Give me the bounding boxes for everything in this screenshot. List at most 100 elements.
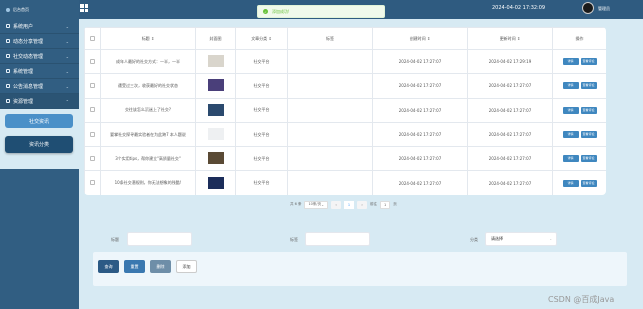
header-updated[interactable]: 更新时间 ⇕ — [467, 27, 553, 50]
cover-image — [207, 79, 224, 92]
header-title[interactable]: 标题 ⇕ — [100, 27, 196, 50]
cell-tags — [287, 97, 373, 123]
menu-item-users[interactable]: 系统用户 ⌄ — [0, 19, 79, 34]
header-tags: 标签 — [287, 27, 373, 50]
view-comments-button[interactable]: 查看评论 — [580, 82, 597, 90]
detail-button[interactable]: 详情 — [562, 179, 579, 187]
view-comments-button[interactable]: 查看评论 — [580, 58, 597, 66]
menu-label: 公告消息管理 — [13, 83, 44, 90]
row-checkbox[interactable] — [90, 82, 95, 88]
pagination-total: 共 6 条 — [290, 202, 302, 206]
reset-button[interactable]: 重置 — [124, 260, 145, 273]
header-cover: 封面图 — [195, 27, 236, 50]
submenu-news-category[interactable]: 资讯分类 — [5, 136, 73, 153]
topbar: ✓ 添加成功! 2024-04-02 17:32:09 管理员 — [79, 0, 643, 19]
menu-item-resources[interactable]: 资源管理 ⌃ — [0, 94, 79, 109]
cell-category: 社交平台 — [235, 146, 288, 172]
row-checkbox[interactable] — [90, 180, 95, 186]
page-size-select[interactable]: 10条/页 ⌄ — [304, 200, 329, 209]
location-icon — [6, 99, 10, 103]
menu-item-dynamic-share[interactable]: 动态分享管理 ⌄ — [0, 34, 79, 49]
pagination: 共 6 条 10条/页 ⌄ ‹ 1 › 前往 1 页 — [290, 200, 397, 209]
cell-tags — [287, 121, 373, 148]
goto-label: 前往 — [370, 202, 378, 206]
table-row: 10条社交潜规则，你无法想象的残酷! 社交平台 2024-04-02 17:27:0… — [84, 170, 606, 195]
success-toast: ✓ 添加成功! — [257, 5, 385, 18]
cover-image — [207, 103, 224, 116]
cell-updated: 2024-04-02 17:29:19 — [467, 48, 553, 75]
title-input[interactable] — [127, 232, 192, 246]
header-created[interactable]: 创建时间 ⇕ — [372, 27, 468, 50]
detail-button[interactable]: 详情 — [562, 106, 579, 114]
detail-button[interactable]: 详情 — [562, 58, 579, 66]
cell-created: 2024-04-02 17:27:07 — [372, 170, 468, 195]
menu-label: 动态分享管理 — [13, 38, 44, 45]
action-bar: 查询 重置 删除 添加 — [93, 252, 627, 286]
chevron-down-icon: ⌄ — [65, 84, 69, 89]
cell-title: 10条社交潜规则，你无法想象的残酷! — [100, 170, 196, 195]
cell-created: 2024-04-02 17:27:07 — [372, 146, 468, 172]
user-icon — [6, 24, 10, 28]
search-button[interactable]: 查询 — [98, 260, 119, 273]
home-icon — [6, 7, 10, 12]
next-page-button[interactable]: › — [357, 200, 368, 209]
tags-input[interactable] — [305, 232, 370, 246]
chevron-down-icon: ⌄ — [65, 69, 69, 74]
sidebar: 后台首页 系统用户 ⌄ 动态分享管理 ⌄ 社交动态管理 ⌄ 系统管理 ⌄ 公告消… — [0, 0, 79, 309]
grid-icon[interactable] — [80, 4, 88, 12]
row-checkbox[interactable] — [90, 107, 95, 113]
toast-message: 添加成功! — [272, 8, 290, 14]
delete-button[interactable]: 删除 — [150, 260, 171, 273]
menu-item-social-dynamic[interactable]: 社交动态管理 ⌄ — [0, 49, 79, 64]
detail-button[interactable]: 详情 — [562, 155, 579, 163]
document-icon — [6, 54, 10, 58]
sidebar-brand[interactable]: 后台首页 — [0, 0, 79, 19]
view-comments-button[interactable]: 查看评论 — [580, 179, 597, 187]
chevron-down-icon: ⌄ — [549, 237, 552, 241]
chevron-down-icon: ⌄ — [65, 39, 69, 44]
brand-label: 后台首页 — [13, 6, 29, 12]
avatar[interactable] — [582, 2, 594, 14]
chevron-down-icon: ⌄ — [65, 24, 69, 29]
goto-input[interactable]: 1 — [380, 200, 391, 209]
cell-tags — [287, 170, 373, 195]
view-comments-button[interactable]: 查看评论 — [580, 106, 597, 114]
add-button[interactable]: 添加 — [176, 260, 197, 273]
cell-updated: 2024-04-02 17:27:07 — [467, 73, 553, 99]
cell-updated: 2024-04-02 17:27:07 — [467, 121, 553, 148]
menu-item-announcements[interactable]: 公告消息管理 ⌄ — [0, 79, 79, 94]
chevron-down-icon: ⌄ — [65, 54, 69, 59]
cell-category: 社交平台 — [235, 97, 288, 123]
row-checkbox[interactable] — [90, 155, 95, 161]
tags-label: 标签 — [290, 237, 298, 242]
cell-created: 2024-04-02 17:27:07 — [372, 73, 468, 99]
prev-page-button[interactable]: ‹ — [331, 200, 342, 209]
share-icon — [6, 39, 10, 43]
menu-item-system[interactable]: 系统管理 ⌄ — [0, 64, 79, 79]
row-checkbox[interactable] — [90, 58, 95, 64]
detail-button[interactable]: 详情 — [562, 82, 579, 90]
view-comments-button[interactable]: 查看评论 — [580, 155, 597, 163]
view-comments-button[interactable]: 查看评论 — [580, 131, 597, 139]
settings-icon — [6, 69, 10, 73]
category-select[interactable]: 请选择 ⌄ — [485, 232, 557, 246]
submenu-social-news[interactable]: 社交资讯 — [5, 114, 73, 128]
cell-created: 2024-04-02 17:27:07 — [372, 121, 468, 148]
title-label: 标题 — [111, 237, 119, 242]
detail-button[interactable]: 详情 — [562, 131, 579, 139]
cell-created: 2024-04-02 17:27:07 — [372, 97, 468, 123]
header-category[interactable]: 文章分类 ⇕ — [235, 27, 288, 50]
row-checkbox[interactable] — [90, 131, 95, 137]
cell-tags — [287, 73, 373, 99]
menu-label: 系统管理 — [13, 68, 34, 75]
cover-image — [207, 176, 224, 189]
bell-icon — [6, 84, 10, 88]
cell-tags — [287, 146, 373, 172]
cell-title: 交往该怎么沉迷上了社交? — [100, 97, 196, 123]
table-header-row: 标题 ⇕ 封面图 文章分类 ⇕ 标签 创建时间 ⇕ 更新时间 ⇕ 操作 — [84, 27, 606, 50]
user-name[interactable]: 管理员 — [598, 6, 610, 12]
chevron-up-icon: ⌃ — [65, 99, 69, 104]
current-page[interactable]: 1 — [344, 200, 355, 209]
select-all-checkbox[interactable] — [90, 35, 95, 41]
cell-category: 社交平台 — [235, 73, 288, 99]
